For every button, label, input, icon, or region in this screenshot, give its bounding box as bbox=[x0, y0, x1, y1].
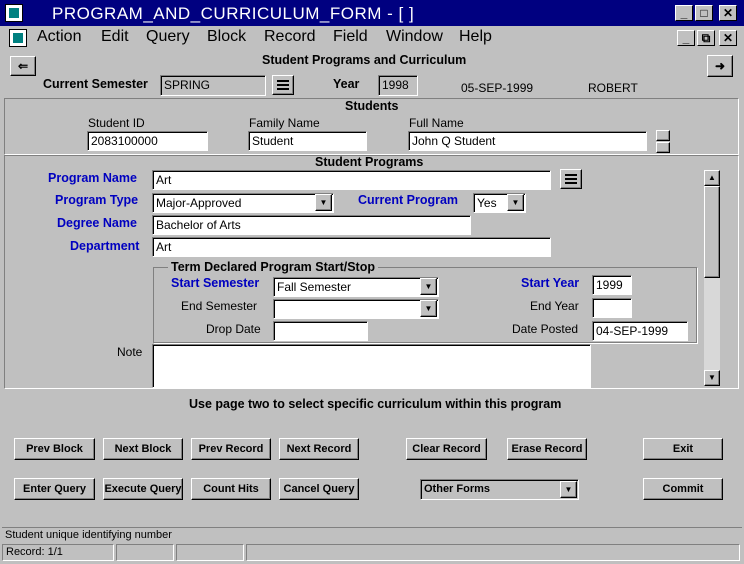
menu-window[interactable]: Window bbox=[386, 28, 443, 46]
end-semester-label: End Semester bbox=[181, 299, 258, 313]
current-program-dropdown-icon[interactable]: ▼ bbox=[507, 194, 524, 211]
document-icon[interactable] bbox=[9, 29, 27, 47]
family-name-label: Family Name bbox=[249, 116, 320, 130]
next-record-button[interactable]: Next Record bbox=[279, 438, 359, 460]
enter-query-button[interactable]: Enter Query bbox=[14, 478, 95, 500]
clear-record-button[interactable]: Clear Record bbox=[406, 438, 487, 460]
status-cell-3 bbox=[176, 544, 244, 561]
current-semester-field[interactable]: SPRING bbox=[160, 75, 266, 96]
start-year-field[interactable]: 1999 bbox=[592, 275, 632, 295]
note-label: Note bbox=[117, 345, 143, 359]
scroll-up-icon[interactable]: ▲ bbox=[704, 170, 720, 186]
menu-block[interactable]: Block bbox=[207, 28, 246, 46]
current-date: 05-SEP-1999 bbox=[461, 81, 534, 95]
start-semester-label: Start Semester bbox=[171, 276, 260, 290]
maximize-button[interactable]: □ bbox=[695, 5, 713, 21]
student-scroll-down[interactable] bbox=[656, 142, 670, 153]
app-icon bbox=[5, 4, 23, 22]
close-button[interactable]: ✕ bbox=[719, 5, 737, 21]
commit-button[interactable]: Commit bbox=[643, 478, 723, 500]
end-semester-select[interactable] bbox=[273, 299, 439, 319]
menu-help[interactable]: Help bbox=[459, 28, 492, 46]
prev-block-button[interactable]: Prev Block bbox=[14, 438, 95, 460]
menu-edit[interactable]: Edit bbox=[101, 28, 129, 46]
count-hits-button[interactable]: Count Hits bbox=[191, 478, 271, 500]
degree-name-label: Degree Name bbox=[57, 216, 137, 230]
menu-bar: Action Edit Query Block Record Field Win… bbox=[0, 26, 744, 50]
year-label: Year bbox=[333, 77, 360, 91]
student-scroll-up[interactable] bbox=[656, 130, 670, 141]
end-year-label: End Year bbox=[530, 299, 579, 313]
prev-record-button[interactable]: Prev Record bbox=[191, 438, 271, 460]
scroll-thumb[interactable] bbox=[704, 186, 720, 278]
record-indicator: Record: 1/1 bbox=[2, 544, 114, 561]
title-bar: PROGRAM_AND_CURRICULUM_FORM - [ ] _ □ ✕ bbox=[0, 0, 744, 26]
drop-date-field[interactable] bbox=[273, 321, 368, 341]
program-name-field[interactable]: Art bbox=[152, 170, 551, 190]
program-type-select[interactable]: Major-Approved bbox=[152, 193, 334, 213]
current-user: ROBERT bbox=[588, 81, 638, 95]
year-field[interactable]: 1998 bbox=[378, 75, 418, 96]
execute-query-button[interactable]: Execute Query bbox=[103, 478, 183, 500]
program-type-value: Major-Approved bbox=[156, 196, 242, 210]
current-program-value: Yes bbox=[477, 196, 497, 210]
current-program-label: Current Program bbox=[358, 193, 459, 207]
status-cell-2 bbox=[116, 544, 174, 561]
window-title: PROGRAM_AND_CURRICULUM_FORM - [ ] bbox=[52, 4, 415, 23]
student-id-label: Student ID bbox=[88, 116, 145, 130]
doc-minimize-button[interactable]: _ bbox=[677, 30, 695, 46]
degree-name-field[interactable]: Bachelor of Arts bbox=[152, 215, 471, 235]
scroll-down-icon[interactable]: ▼ bbox=[704, 370, 720, 386]
program-list-button[interactable] bbox=[560, 169, 582, 189]
menu-action[interactable]: Action bbox=[37, 28, 81, 46]
start-year-label: Start Year bbox=[521, 276, 580, 290]
prev-arrow-button[interactable]: ⇐ bbox=[10, 56, 36, 76]
end-semester-dropdown-icon[interactable]: ▼ bbox=[420, 300, 437, 317]
page-two-hint: Use page two to select specific curricul… bbox=[189, 397, 562, 411]
full-name-label: Full Name bbox=[409, 116, 464, 130]
doc-close-button[interactable]: ✕ bbox=[719, 30, 737, 46]
cancel-query-button[interactable]: Cancel Query bbox=[279, 478, 359, 500]
family-name-field[interactable]: Student bbox=[248, 131, 367, 151]
exit-button[interactable]: Exit bbox=[643, 438, 723, 460]
next-arrow-button[interactable]: ➜ bbox=[707, 55, 733, 77]
doc-restore-button[interactable]: ⧉ bbox=[697, 30, 715, 46]
menu-field[interactable]: Field bbox=[333, 28, 368, 46]
programs-heading: Student Programs bbox=[315, 155, 424, 169]
status-message: Student unique identifying number bbox=[5, 529, 172, 541]
department-field[interactable]: Art bbox=[152, 237, 551, 257]
current-semester-label: Current Semester bbox=[43, 77, 148, 91]
start-semester-dropdown-icon[interactable]: ▼ bbox=[420, 278, 437, 295]
program-name-label: Program Name bbox=[48, 171, 137, 185]
start-semester-select[interactable]: Fall Semester bbox=[273, 277, 439, 297]
program-type-dropdown-icon[interactable]: ▼ bbox=[315, 194, 332, 211]
student-id-field[interactable]: 2083100000 bbox=[87, 131, 208, 151]
date-posted-field[interactable]: 04-SEP-1999 bbox=[592, 321, 688, 341]
department-label: Department bbox=[70, 239, 140, 253]
program-type-label: Program Type bbox=[55, 193, 139, 207]
term-group-heading: Term Declared Program Start/Stop bbox=[168, 260, 378, 274]
date-posted-label: Date Posted bbox=[512, 322, 579, 336]
other-forms-value: Other Forms bbox=[424, 483, 491, 495]
next-block-button[interactable]: Next Block bbox=[103, 438, 183, 460]
note-field[interactable] bbox=[152, 344, 591, 388]
menu-query[interactable]: Query bbox=[146, 28, 190, 46]
semester-list-button[interactable] bbox=[272, 75, 294, 95]
students-heading: Students bbox=[345, 99, 399, 113]
other-forms-select[interactable]: Other Forms bbox=[420, 479, 579, 500]
erase-record-button[interactable]: Erase Record bbox=[507, 438, 587, 460]
full-name-field[interactable]: John Q Student bbox=[408, 131, 647, 151]
status-cell-4 bbox=[246, 544, 740, 561]
start-semester-value: Fall Semester bbox=[277, 280, 352, 294]
other-forms-dropdown-icon[interactable]: ▼ bbox=[560, 481, 577, 498]
end-year-field[interactable] bbox=[592, 298, 632, 318]
minimize-button[interactable]: _ bbox=[675, 5, 693, 21]
menu-record[interactable]: Record bbox=[264, 28, 316, 46]
drop-date-label: Drop Date bbox=[206, 322, 261, 336]
form-heading: Student Programs and Curriculum bbox=[262, 53, 467, 67]
